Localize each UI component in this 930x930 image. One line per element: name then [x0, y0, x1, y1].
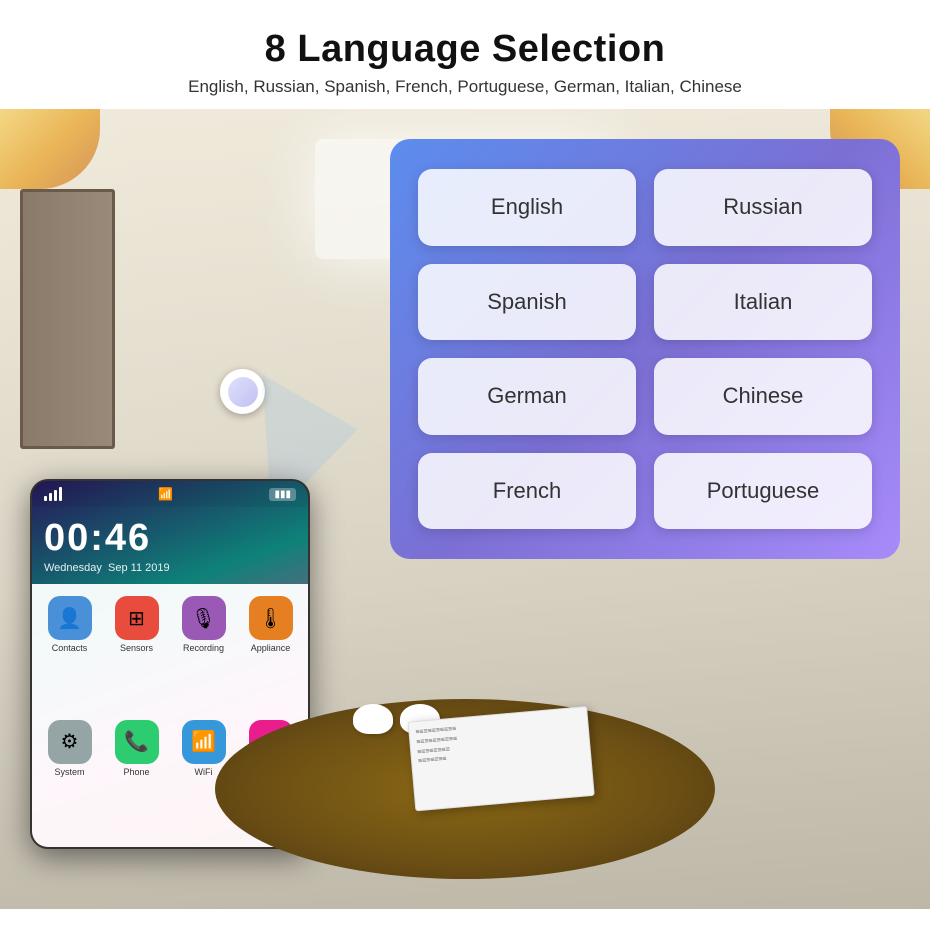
scene: 📶 ▮▮▮ 00:46 Wednesday Sep 11 2019 👤 Cont… — [0, 109, 930, 909]
lang-btn-german[interactable]: German — [418, 358, 636, 435]
app-phone-label: Phone — [123, 767, 149, 777]
header: 8 Language Selection English, Russian, S… — [0, 0, 930, 109]
lang-btn-portuguese[interactable]: Portuguese — [654, 453, 872, 530]
table-book: ≡≡≡≡≡≡≡≡≡≡≡≡≡≡≡≡≡≡≡≡≡≡≡≡≡≡≡≡≡≡≡≡≡≡≡ — [408, 706, 595, 811]
wifi-icon: 📶 — [158, 487, 173, 501]
app-system[interactable]: ⚙ System — [40, 720, 99, 836]
language-panel: English Russian Spanish Italian German C… — [390, 139, 900, 559]
app-contacts-label: Contacts — [52, 643, 88, 653]
app-contacts[interactable]: 👤 Contacts — [40, 596, 99, 712]
app-phone[interactable]: 📞 Phone — [107, 720, 166, 836]
app-wifi-label: WiFi — [195, 767, 213, 777]
lang-btn-spanish[interactable]: Spanish — [418, 264, 636, 341]
lang-btn-chinese[interactable]: Chinese — [654, 358, 872, 435]
app-system-label: System — [54, 767, 84, 777]
page-title: 8 Language Selection — [20, 28, 910, 71]
app-appliance[interactable]: 🌡 Appliance — [241, 596, 300, 712]
lang-btn-english[interactable]: English — [418, 169, 636, 246]
lang-btn-russian[interactable]: Russian — [654, 169, 872, 246]
appliance-icon: 🌡 — [249, 596, 293, 640]
lang-btn-french[interactable]: French — [418, 453, 636, 530]
door — [20, 189, 115, 449]
battery-indicator: ▮▮▮ — [269, 488, 296, 501]
contacts-icon: 👤 — [48, 596, 92, 640]
signal-bar-4 — [59, 487, 62, 501]
subtitle: English, Russian, Spanish, French, Portu… — [20, 77, 910, 97]
app-sensors-label: Sensors — [120, 643, 153, 653]
app-sensors[interactable]: ⊞ Sensors — [107, 596, 166, 712]
signal-bars — [44, 487, 62, 501]
wifi-app-icon: 📶 — [182, 720, 226, 764]
app-appliance-label: Appliance — [251, 643, 291, 653]
phone-icon: 📞 — [115, 720, 159, 764]
lang-btn-italian[interactable]: Italian — [654, 264, 872, 341]
phone-date: Wednesday Sep 11 2019 — [44, 562, 296, 574]
recording-icon: 🎙 — [182, 596, 226, 640]
signal-bar-3 — [54, 490, 57, 501]
app-recording[interactable]: 🎙 Recording — [174, 596, 233, 712]
signal-bar-2 — [49, 493, 52, 501]
system-icon: ⚙ — [48, 720, 92, 764]
signal-bar-1 — [44, 496, 47, 501]
phone-status-bar: 📶 ▮▮▮ — [32, 481, 308, 507]
tea-cup-1 — [353, 704, 393, 734]
app-recording-label: Recording — [183, 643, 224, 653]
phone-time-area: 00:46 Wednesday Sep 11 2019 — [32, 507, 308, 584]
phone-time: 00:46 — [44, 517, 296, 560]
sensors-icon: ⊞ — [115, 596, 159, 640]
